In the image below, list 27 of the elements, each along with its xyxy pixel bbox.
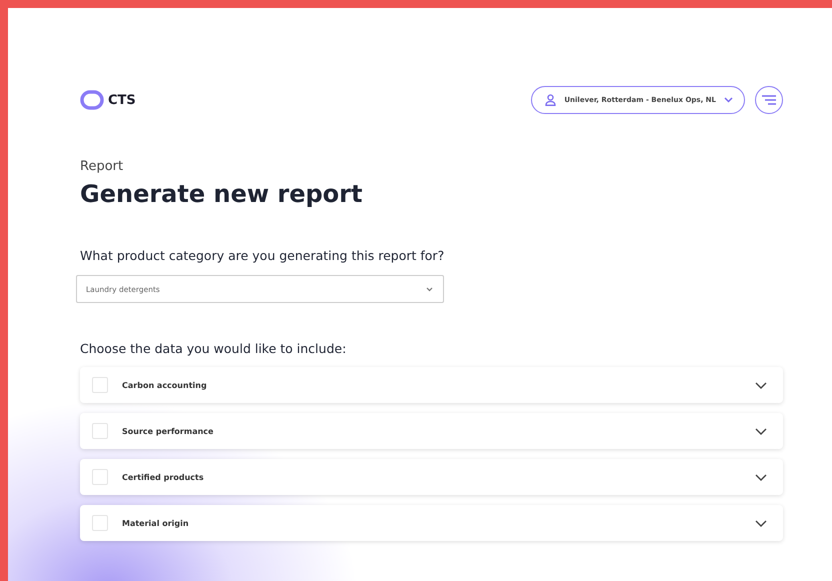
section-heading: Choose the data you would like to include:: [80, 341, 348, 356]
data-option-row[interactable]: Carbon accounting: [80, 367, 783, 403]
page-title: Generate new report: [80, 180, 364, 208]
logo-icon: [80, 90, 104, 110]
user-icon: [545, 94, 556, 106]
checkbox[interactable]: [92, 377, 108, 393]
checkbox[interactable]: [92, 469, 108, 485]
chevron-down-icon: [724, 97, 733, 103]
menu-icon: [762, 95, 776, 105]
option-label: Source performance: [122, 426, 214, 436]
menu-button[interactable]: [755, 86, 783, 114]
chevron-down-icon: [426, 286, 433, 292]
logo-text: CTS: [108, 92, 136, 108]
option-label: Certified products: [122, 472, 205, 482]
chevron-down-icon[interactable]: [755, 382, 767, 388]
data-option-row[interactable]: Source performance: [80, 413, 783, 449]
data-option-row[interactable]: Material origin: [80, 505, 783, 541]
chevron-down-icon[interactable]: [755, 474, 767, 480]
checkbox[interactable]: [92, 423, 108, 439]
option-label: Carbon accounting: [122, 380, 208, 390]
option-label: Material origin: [122, 518, 190, 528]
question-label: What product category are you generating this report for?: [80, 248, 446, 263]
data-option-row[interactable]: Certified products: [80, 459, 783, 495]
chevron-down-icon[interactable]: [755, 428, 767, 434]
breadcrumb: Report: [80, 159, 124, 174]
checkbox[interactable]: [92, 515, 108, 531]
chevron-down-icon[interactable]: [755, 520, 767, 526]
